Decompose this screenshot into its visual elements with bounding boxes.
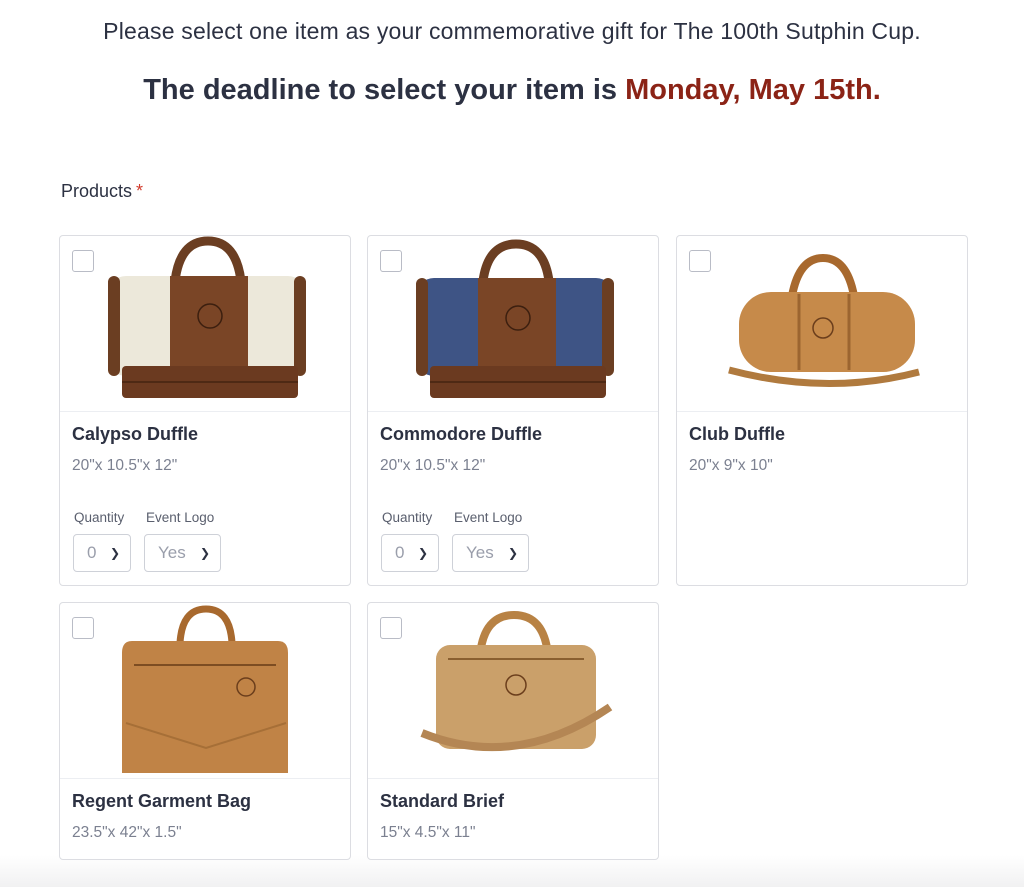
product-media [368,236,658,412]
intro-text: Please select one item as your commemora… [103,18,921,44]
product-checkbox[interactable] [72,617,94,639]
products-label: Products * [61,181,143,202]
commodore-duffle-image [416,239,614,398]
product-name: Commodore Duffle [380,424,542,444]
event-logo-value: Yes [158,543,186,562]
quantity-value: 0 [395,543,405,562]
product-dimensions: 15"x 4.5"x 11" [380,824,476,841]
product-card-standard-brief[interactable]: Standard Brief 15"x 4.5"x 11" [367,602,659,860]
product-media [368,603,658,779]
product-name: Club Duffle [689,424,785,444]
calypso-duffle-image [108,236,306,398]
event-logo-label: Event Logo [454,510,523,525]
quantity-select[interactable]: 0 ❯ [381,534,439,572]
event-logo-select[interactable]: Yes ❯ [144,534,221,572]
product-card-club-duffle[interactable]: Club Duffle 20"x 9"x 10" [676,235,968,586]
product-name: Regent Garment Bag [72,791,252,811]
quantity-label: Quantity [74,510,125,525]
product-checkbox[interactable] [380,250,402,272]
products-label-text: Products [61,181,133,201]
product-name: Calypso Duffle [72,424,199,444]
product-checkbox[interactable] [689,250,711,272]
product-media [60,603,350,779]
product-checkbox[interactable] [380,617,402,639]
deadline-text: The deadline to select your item is Mond… [0,74,1024,107]
regent-garment-bag-image [122,605,288,773]
page: Please select one item as your commemora… [0,0,1024,887]
deadline-date: Monday, May 15th. [625,74,881,106]
quantity-label: Quantity [382,510,433,525]
product-dimensions: 23.5"x 42"x 1.5" [72,824,182,841]
club-duffle-image [728,253,920,387]
product-dimensions: 20"x 10.5"x 12" [380,457,486,474]
product-dimensions: 20"x 10.5"x 12" [72,457,178,474]
chevron-down-icon: ❯ [109,546,120,560]
chevron-down-icon: ❯ [507,546,518,560]
required-marker: * [136,181,144,201]
product-card-commodore-duffle[interactable]: Commodore Duffle 20"x 10.5"x 12" Quantit… [367,235,659,586]
product-media [60,236,350,412]
quantity-value: 0 [87,543,97,562]
quantity-select[interactable]: 0 ❯ [73,534,131,572]
product-dimensions: 20"x 9"x 10" [689,457,773,474]
product-card-regent-garment-bag[interactable]: Regent Garment Bag 23.5"x 42"x 1.5" [59,602,351,860]
product-checkbox[interactable] [72,250,94,272]
event-logo-label: Event Logo [146,510,215,525]
event-logo-value: Yes [466,543,494,562]
chevron-down-icon: ❯ [199,546,210,560]
deadline-prefix: The deadline to select your item is [143,74,626,106]
product-media [677,236,967,412]
product-name: Standard Brief [380,791,505,811]
standard-brief-image [420,610,613,752]
product-card-calypso-duffle[interactable]: Calypso Duffle 20"x 10.5"x 12" Quantity … [59,235,351,586]
chevron-down-icon: ❯ [417,546,428,560]
event-logo-select[interactable]: Yes ❯ [452,534,529,572]
